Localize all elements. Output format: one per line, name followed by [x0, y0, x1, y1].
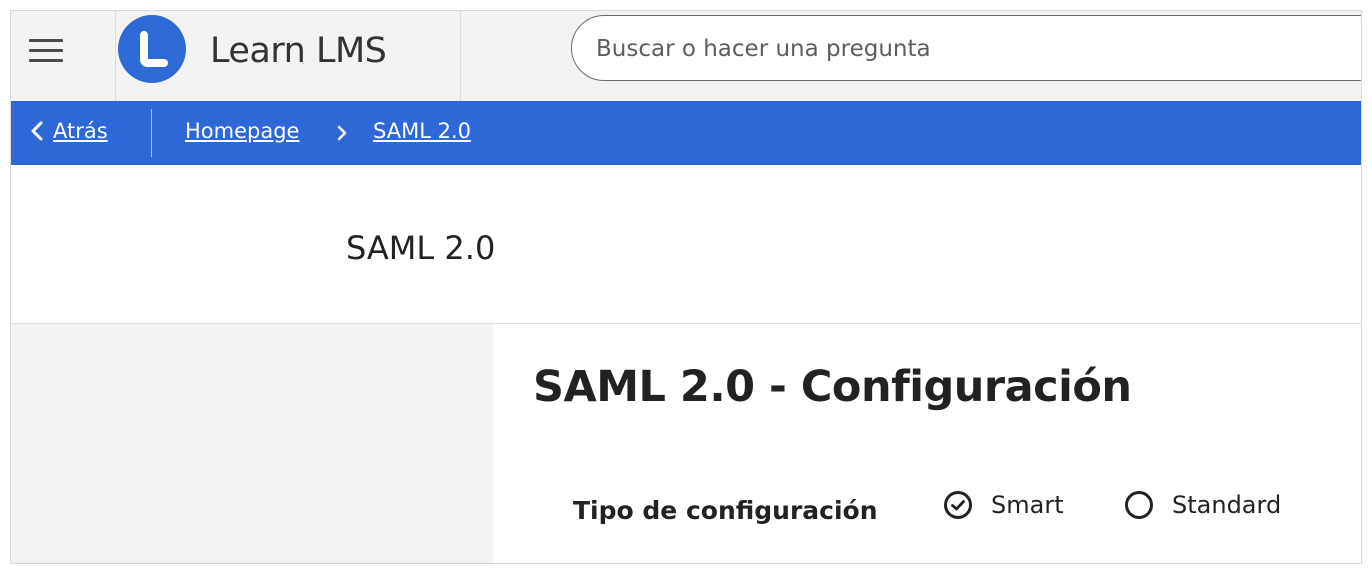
search-input[interactable]: [594, 30, 1338, 68]
page-title: SAML 2.0: [346, 229, 496, 267]
breadcrumb-divider: [151, 109, 152, 157]
app-window: Learn LMS Atrás Homepage SAML 2.0 SAML 2…: [10, 10, 1362, 564]
back-link-label[interactable]: Atrás: [53, 119, 108, 143]
search-box[interactable]: [571, 15, 1361, 81]
radio-smart[interactable]: Smart: [943, 490, 1064, 520]
config-type-label: Tipo de configuración: [573, 496, 878, 525]
radio-checked-icon[interactable]: [943, 490, 973, 520]
left-panel: [11, 324, 493, 563]
brand-name: Learn LMS: [210, 31, 387, 71]
breadcrumb-item-saml[interactable]: SAML 2.0: [373, 119, 471, 143]
learn-logo-icon: [118, 15, 186, 83]
radio-standard-label: Standard: [1172, 491, 1282, 519]
main-content: SAML 2.0 - Configuración Tipo de configu…: [493, 324, 1361, 563]
hamburger-menu-icon[interactable]: [29, 39, 63, 63]
breadcrumb-item-homepage[interactable]: Homepage: [185, 119, 299, 143]
top-bar: Learn LMS: [11, 11, 1361, 101]
radio-smart-label: Smart: [991, 491, 1064, 519]
brand-logo[interactable]: Learn LMS: [115, 11, 461, 101]
radio-unchecked-icon[interactable]: [1124, 490, 1154, 520]
chevron-right-icon: [337, 125, 347, 141]
radio-standard[interactable]: Standard: [1124, 490, 1281, 520]
chevron-left-icon: [31, 121, 43, 141]
section-title: SAML 2.0 - Configuración: [533, 362, 1132, 412]
page-header: SAML 2.0: [11, 165, 1361, 324]
back-link[interactable]: Atrás: [27, 119, 108, 143]
breadcrumb: Atrás Homepage SAML 2.0: [11, 101, 1361, 165]
